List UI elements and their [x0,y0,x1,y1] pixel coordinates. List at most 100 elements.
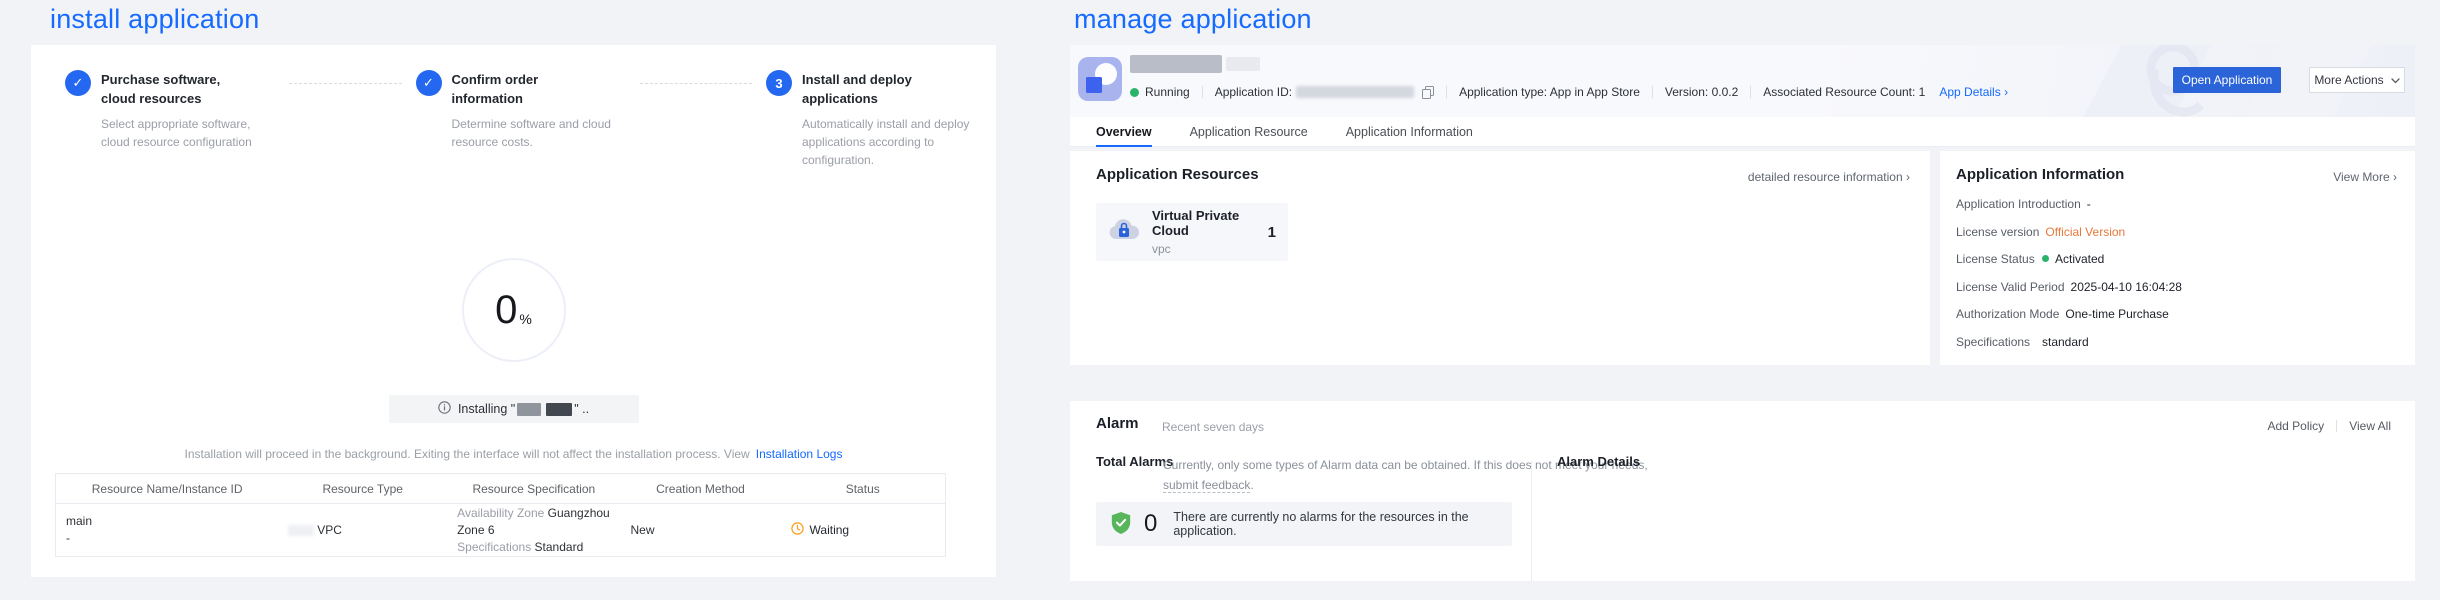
field-application-introduction: Application Introduction- [1956,197,2401,211]
total-alarms-label: Total Alarms [1096,454,1173,469]
copy-icon[interactable] [1422,86,1434,99]
add-policy-link[interactable]: Add Policy [2267,419,2324,433]
app-type-text: Application type: App in App Store [1459,85,1640,99]
step-purchase: ✓ Purchase software,cloud resources Sele… [65,70,283,169]
app-header-banner: Running Application ID: Application type… [1070,45,2415,147]
status-badge: Waiting [791,522,935,538]
redacted-app-name [1130,55,1222,73]
no-alarms-banner: 0 There are currently no alarms for the … [1096,502,1512,546]
alarm-count: 0 [1144,510,1157,538]
vpc-resource-tile[interactable]: Virtual Private Cloud 1 vpc [1096,203,1288,261]
col-header-name: Resource Name/Instance ID [56,474,278,503]
vpc-tile-subtitle: vpc [1152,242,1276,256]
progress-value: 0 [495,288,517,333]
step1-desc: Select appropriate software, cloud resou… [101,115,277,151]
installing-status-pill: Installing " " .. [389,395,639,423]
installing-text-prefix: Installing " [458,402,515,416]
az-label: Availability Zone [457,506,544,520]
vpc-resource-count: 1 [1268,224,1276,241]
installation-logs-link[interactable]: Installation Logs [756,447,843,461]
creation-method: New [631,522,771,539]
detailed-resource-info-link[interactable]: detailed resource information › [1748,170,1910,184]
redacted-app-name-part [517,403,541,416]
step-connector [640,83,753,169]
redacted-app-name-part [546,403,572,416]
field-authorization-mode: Authorization ModeOne-time Purchase [1956,307,2401,321]
app-icon [1078,57,1122,104]
chevron-right-icon: › [2393,170,2397,184]
step3-number-badge: 3 [766,70,792,96]
step1-title: Purchase software,cloud resources [101,70,277,108]
view-more-link[interactable]: View More › [2333,170,2397,184]
step-confirm: ✓ Confirm orderinformation Determine sof… [416,70,634,169]
step-install: 3 Install and deployapplications Automat… [766,70,966,169]
vertical-divider [1531,461,1532,581]
step1-check-icon: ✓ [65,70,91,96]
activated-status-dot [2042,255,2049,262]
application-resources-card: Application Resources detailed resource … [1070,151,1930,365]
shield-check-icon [1110,511,1132,538]
step2-check-icon: ✓ [416,70,442,96]
install-progress-ring: 0 % [462,258,566,362]
tab-overview[interactable]: Overview [1096,117,1152,146]
install-card: ✓ Purchase software,cloud resources Sele… [31,45,996,577]
field-license-valid-period: License Valid Period2025-04-10 16:04:28 [1956,280,2401,294]
install-application-panel: install application ✓ Purchase software,… [30,4,996,600]
resource-table: Resource Name/Instance ID Resource Type … [55,473,946,557]
redacted-app-id [1296,86,1414,98]
manage-application-panel: manage application [1070,4,2415,600]
field-license-version: License versionOfficial Version [1956,225,2401,239]
resource-type: VPC [317,523,342,537]
col-header-type: Resource Type [278,474,447,503]
chevron-right-icon: › [2004,85,2008,99]
open-application-button[interactable]: Open Application [2173,67,2281,93]
info-icon [438,401,451,417]
app-id-label: Application ID: [1215,85,1292,99]
page-title-manage: manage application [1074,4,1312,35]
spec-value: Standard [535,540,584,554]
progress-unit: % [519,311,531,327]
col-header-status: Status [781,474,945,503]
status-text: Waiting [810,523,850,537]
step3-desc: Automatically install and deploy applica… [802,115,978,169]
resource-name: main [66,513,268,530]
submit-feedback-link[interactable]: submit feedback [1163,478,1250,493]
running-status-dot [1130,88,1139,97]
redacted-app-name [1226,57,1260,71]
application-information-card: Application Information View More › Appl… [1940,151,2415,365]
field-license-status: License StatusActivated [1956,252,2401,266]
tab-application-information[interactable]: Application Information [1346,117,1473,146]
chevron-right-icon: › [1906,170,1910,184]
chevron-down-icon [2391,73,2400,87]
step3-title: Install and deployapplications [802,70,978,108]
field-specifications: Specificationsstandard [1956,335,2401,349]
vpc-tile-title: Virtual Private Cloud [1152,208,1263,238]
app-details-link[interactable]: App Details › [1939,85,2008,99]
resource-id: - [66,530,268,547]
table-header-row: Resource Name/Instance ID Resource Type … [56,474,945,504]
more-actions-button[interactable]: More Actions [2309,67,2405,93]
table-row: main - VPC Availability Zone Guangzhou Z… [56,504,945,556]
app-meta-row: Running Application ID: Application type… [1130,84,2008,100]
background-install-note: Installation will proceed in the backgro… [31,447,996,461]
alarm-period-text: Recent seven days [1162,420,1264,434]
step2-title: Confirm orderinformation [452,70,628,108]
installing-text-suffix: " .. [574,402,589,416]
step2-desc: Determine software and cloud resource co… [452,115,628,151]
redacted-type-text [288,525,314,536]
alarm-details-heading: Alarm Details [1557,454,1640,469]
spec-label: Specifications [457,540,531,554]
tab-application-resource[interactable]: Application Resource [1190,117,1308,146]
alarm-heading: Alarm [1096,415,1139,432]
alarm-card: Alarm Recent seven days Add Policy View … [1070,401,2415,581]
view-all-link[interactable]: View All [2349,419,2391,433]
app-tabs: Overview Application Resource Applicatio… [1070,117,2415,147]
clock-icon [791,522,804,538]
page-title-install: install application [50,4,259,35]
version-text: Version: 0.0.2 [1665,85,1738,99]
app-info-heading: Application Information [1956,166,2124,183]
resources-heading: Application Resources [1096,166,1259,183]
install-stepper: ✓ Purchase software,cloud resources Sele… [65,70,966,169]
vpc-cloud-icon [1108,218,1140,247]
no-alarms-text: There are currently no alarms for the re… [1173,510,1498,538]
